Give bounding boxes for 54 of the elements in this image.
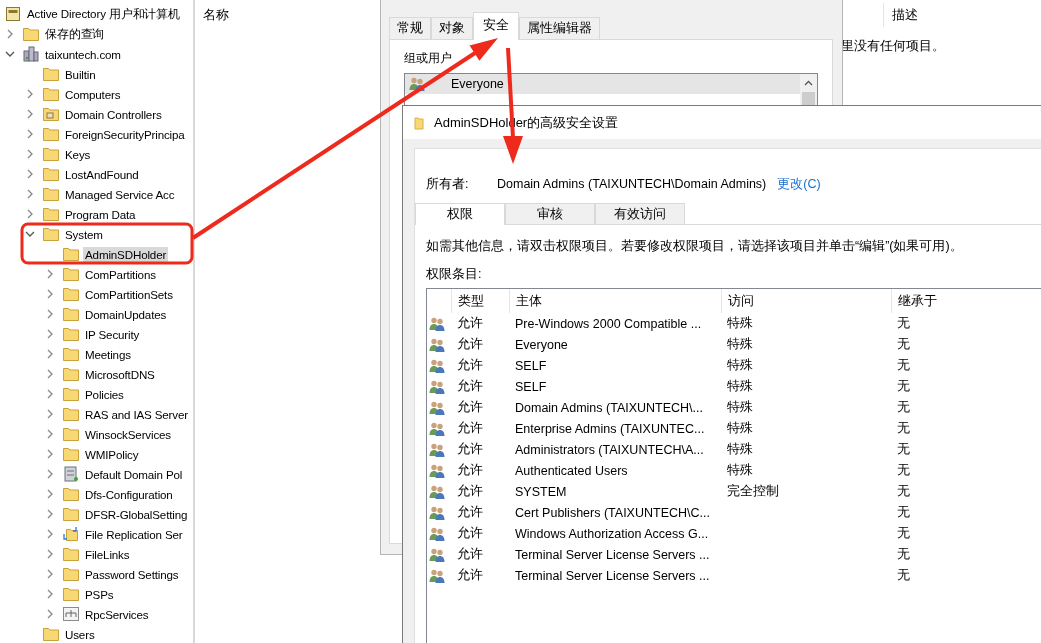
table-cell-text: 无 <box>896 357 911 374</box>
table-cell-text: 无 <box>896 546 911 563</box>
table-cell-text: 无 <box>896 525 911 542</box>
table-cell-text: 允许 <box>456 336 484 353</box>
table-cell-text: Cert Publishers (TAIXUNTECH\C... <box>514 505 711 520</box>
table-cell: 特殊 <box>727 337 753 351</box>
table-cell: 特殊 <box>727 442 753 456</box>
table-cell-text: SYSTEM <box>514 484 568 499</box>
table-cell-text: 允许 <box>456 483 484 500</box>
field-label: 权限条目: <box>426 266 483 283</box>
table-cell: 特殊 <box>727 400 753 414</box>
table-cell-text: 允许 <box>456 315 484 332</box>
table-cell-text: SELF <box>514 358 548 373</box>
table-cell-text: 无 <box>896 399 911 416</box>
table-cell-text: Enterprise Admins (TAIXUNTEC... <box>514 421 706 436</box>
table-cell-text: Everyone <box>514 337 569 352</box>
table-cell-text: 允许 <box>456 546 484 563</box>
table-cell-text: Terminal Server License Servers ... <box>514 547 711 562</box>
table-cell-text: SELF <box>514 379 548 394</box>
table-cell-text: 允许 <box>456 441 484 458</box>
table-cell-text: 无 <box>896 420 911 437</box>
info-text: 如需其他信息，请双击权限项目。若要修改权限项目，请选择该项目并单击“编辑”(如果可用)。 <box>426 238 964 255</box>
table-cell-text: 允许 <box>456 399 484 416</box>
table-cell-text: 允许 <box>456 525 484 542</box>
table-cell-text: Pre-Windows 2000 Compatible ... <box>514 316 703 331</box>
table-cell-text: 允许 <box>456 420 484 437</box>
table-cell-text: 允许 <box>456 462 484 479</box>
table-cell-text: 允许 <box>456 378 484 395</box>
table-cell: 特殊 <box>727 316 753 330</box>
table-cell-text: Terminal Server License Servers ... <box>514 568 711 583</box>
table-cell-text: Domain Admins (TAIXUNTECH\... <box>514 400 704 415</box>
field-label: 组或用户 <box>404 50 453 67</box>
table-cell-text: 无 <box>896 462 911 479</box>
table-cell-text: 允许 <box>456 357 484 374</box>
table-cell: 完全控制 <box>727 484 779 498</box>
table-cell-text: 无 <box>896 336 911 353</box>
table-cell-text: Authenticated Users <box>514 463 629 478</box>
table-cell-text: Administrators (TAIXUNTECH\A... <box>514 442 705 457</box>
table-cell-text: 无 <box>896 483 911 500</box>
table-cell-text: 无 <box>896 567 911 584</box>
table-cell-text: 无 <box>896 504 911 521</box>
empty-message: 里没有任何项目。 <box>840 38 946 55</box>
table-cell: 特殊 <box>727 463 753 477</box>
table-cell-text: 无 <box>896 441 911 458</box>
owner-label: 所有者: <box>426 175 470 193</box>
table-cell-text: 无 <box>896 315 911 332</box>
table-cell: 特殊 <box>727 358 753 372</box>
table-cell: 特殊 <box>727 379 753 393</box>
table-cell-text: 允许 <box>456 567 484 584</box>
table-cell-text: Windows Authorization Access G... <box>514 526 710 541</box>
table-cell: 特殊 <box>727 421 753 435</box>
table-cell-text: 允许 <box>456 504 484 521</box>
owner-value: Domain Admins (TAIXUNTECH\Domain Admins) <box>497 177 767 191</box>
table-cell-text: 无 <box>896 378 911 395</box>
